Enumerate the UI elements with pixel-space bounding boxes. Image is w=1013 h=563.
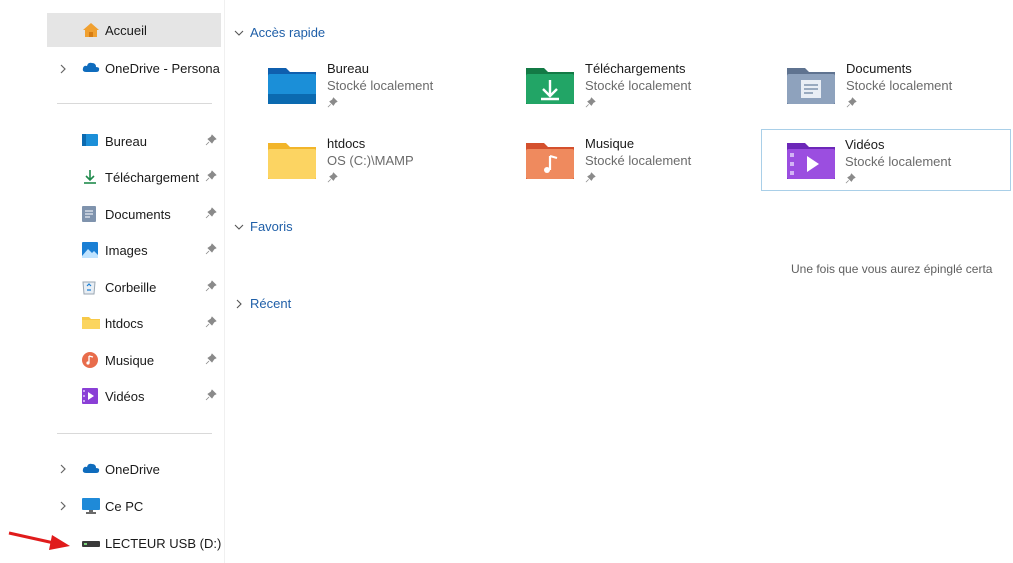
tile-downloads[interactable]: Téléchargements Stocké localement [520,56,770,118]
folder-icon [268,143,316,179]
sidebar-item-desktop[interactable]: Bureau [47,124,221,158]
documents-icon [82,206,98,222]
sidebar-item-home[interactable]: Accueil [47,13,221,47]
sidebar-item-label: Ce PC [105,498,144,514]
sidebar-item-usb-drive[interactable]: LECTEUR USB (D:) [47,526,221,560]
chevron-down-icon [234,224,244,230]
tile-title: Téléchargements [585,61,686,76]
cloud-icon [82,60,100,76]
tile-videos[interactable]: Vidéos Stocké localement [761,129,1011,191]
sidebar-item-label: Musique [105,352,155,368]
separator [57,433,212,434]
recycle-bin-icon [82,279,98,295]
tile-subtitle: Stocké localement [846,78,953,93]
usb-drive-icon [82,535,100,551]
tile-title: Musique [585,136,635,151]
favorites-empty-message: Une fois que vous aurez épinglé certa [791,262,993,276]
pin-icon[interactable] [205,316,217,328]
chevron-down-icon [234,30,244,36]
sidebar-item-label: Images [105,242,148,258]
cloud-icon [82,461,100,477]
section-title: Accès rapide [250,25,326,40]
tile-documents[interactable]: Documents Stocké localement [781,56,1013,118]
desktop-folder-icon [268,68,316,104]
sidebar-item-label: Bureau [105,133,147,149]
navigation-pane: Accueil OneDrive - Persona Bureau Téléch… [0,0,225,563]
tile-title: Bureau [327,61,369,76]
sidebar-item-label: htdocs [105,315,144,331]
pin-icon [585,97,596,108]
sidebar-item-downloads[interactable]: Téléchargement [47,160,221,194]
pin-icon [327,97,338,108]
pin-icon[interactable] [205,170,217,182]
section-favorites[interactable]: Favoris [233,219,293,234]
sidebar-item-images[interactable]: Images [47,233,221,267]
tile-subtitle: Stocké localement [585,78,692,93]
sidebar-item-label: Documents [105,206,171,222]
pin-icon [585,172,596,183]
section-quick-access[interactable]: Accès rapide [233,25,325,40]
videos-icon [82,388,98,404]
pin-icon[interactable] [205,280,217,292]
pin-icon[interactable] [205,134,217,146]
tile-desktop[interactable]: Bureau Stocké localement [262,56,512,118]
sidebar-item-recycle-bin[interactable]: Corbeille [47,270,221,304]
pin-icon [845,173,856,184]
tile-title: Vidéos [845,137,885,152]
sidebar-item-this-pc[interactable]: Ce PC [47,489,221,523]
desktop-icon [82,133,98,149]
sidebar-item-label: Accueil [105,22,147,38]
tile-title: htdocs [327,136,366,151]
section-title: Favoris [250,219,293,234]
chevron-right-icon [236,299,242,308]
sidebar-item-label: OneDrive [105,461,160,477]
tile-subtitle: OS (C:)\MAMP [327,153,414,168]
sidebar-item-videos[interactable]: Vidéos [47,379,221,413]
sidebar-item-label: LECTEUR USB (D:) [105,535,221,551]
images-icon [82,242,98,258]
tile-subtitle: Stocké localement [585,153,692,168]
separator [57,103,212,104]
pin-icon[interactable] [205,389,217,401]
sidebar-item-label: Corbeille [105,279,157,295]
download-icon [82,169,98,185]
tile-subtitle: Stocké localement [327,78,434,93]
sidebar-item-documents[interactable]: Documents [47,197,221,231]
annotation-arrow-icon [8,531,70,550]
music-icon [82,352,98,368]
sidebar-item-onedrive[interactable]: OneDrive [47,452,221,486]
music-folder-icon [526,143,574,179]
pin-icon[interactable] [205,207,217,219]
downloads-folder-icon [526,68,574,104]
sidebar-item-label: Vidéos [105,388,145,404]
tile-htdocs[interactable]: htdocs OS (C:)\MAMP [262,131,512,193]
section-title: Récent [250,296,292,311]
computer-icon [82,498,100,514]
tile-subtitle: Stocké localement [845,154,952,169]
sidebar-item-htdocs[interactable]: htdocs [47,306,221,340]
documents-folder-icon [787,68,835,104]
home-icon [82,22,99,38]
tile-music[interactable]: Musique Stocké localement [520,131,770,193]
pin-icon[interactable] [205,353,217,365]
sidebar-item-label: OneDrive - Persona [105,60,220,76]
folder-icon [82,315,100,331]
tile-title: Documents [846,61,912,76]
sidebar-item-music[interactable]: Musique [47,343,221,377]
sidebar-item-onedrive-personal[interactable]: OneDrive - Persona [47,51,221,85]
sidebar-item-label: Téléchargement [105,169,199,185]
pin-icon [846,97,857,108]
section-recent[interactable]: Récent [233,296,291,311]
pin-icon [327,172,338,183]
pin-icon[interactable] [205,243,217,255]
videos-folder-icon [787,143,835,179]
